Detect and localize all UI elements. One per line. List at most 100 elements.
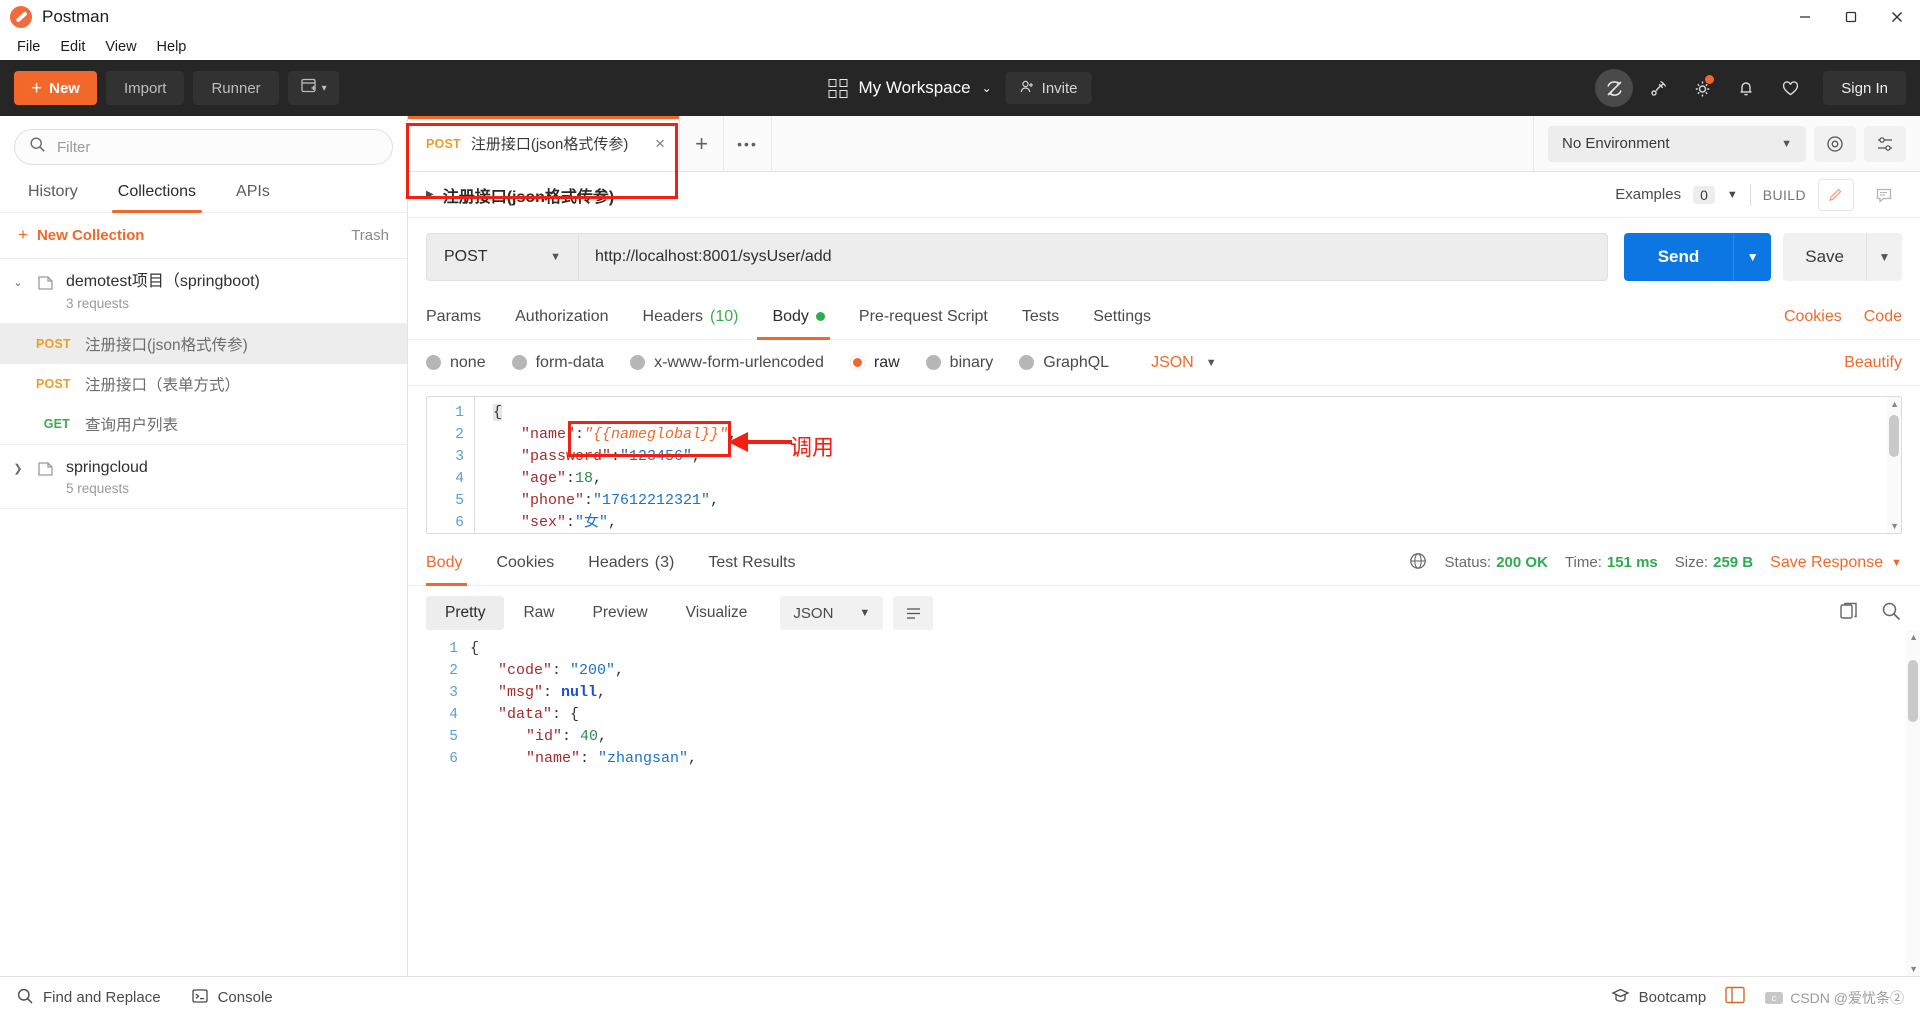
response-scrollbar[interactable]: ▲ ▼: [1906, 630, 1920, 976]
scroll-up-icon[interactable]: ▲: [1909, 632, 1918, 642]
search-icon[interactable]: [1880, 600, 1902, 627]
new-button[interactable]: + New: [14, 71, 97, 105]
body-type-none[interactable]: none: [426, 354, 486, 372]
chevron-down-icon[interactable]: ▼: [1727, 189, 1738, 201]
line-number: 6: [455, 515, 464, 531]
save-response-button[interactable]: Save Response ▼: [1770, 554, 1902, 572]
view-mode-pretty[interactable]: Pretty: [426, 596, 505, 630]
view-mode-visualize[interactable]: Visualize: [667, 596, 767, 630]
tab-collections[interactable]: Collections: [98, 175, 216, 213]
menu-file[interactable]: File: [8, 36, 49, 58]
tab-headers[interactable]: Headers (10): [626, 294, 756, 340]
maximize-icon[interactable]: [1828, 0, 1874, 34]
broadcast-icon[interactable]: [1639, 69, 1677, 107]
runner-button[interactable]: Runner: [193, 71, 279, 105]
close-icon[interactable]: ×: [641, 134, 665, 154]
editor-scroll-thumb[interactable]: [1889, 415, 1899, 457]
minimize-icon[interactable]: [1782, 0, 1828, 34]
chevron-right-icon[interactable]: ❯: [10, 457, 26, 475]
console-button[interactable]: Console: [191, 987, 273, 1009]
response-body-viewer[interactable]: 1 2 3 4 5 6 { "code": "200", "msg": null…: [408, 630, 1920, 976]
menu-view[interactable]: View: [96, 36, 145, 58]
request-item-register-json[interactable]: POST 注册接口(json格式传参): [0, 323, 407, 364]
collection-row-demotest[interactable]: ⌄ demotest项目（springboot) 3 requests: [0, 259, 407, 324]
response-tab-body[interactable]: Body: [426, 540, 479, 586]
url-input[interactable]: http://localhost:8001/sysUser/add: [578, 233, 1608, 281]
body-type-raw[interactable]: raw: [849, 354, 900, 372]
wrap-lines-icon[interactable]: [893, 596, 934, 630]
save-button[interactable]: Save: [1783, 233, 1866, 281]
environment-select[interactable]: No Environment ▼: [1548, 125, 1806, 162]
build-label[interactable]: BUILD: [1763, 187, 1806, 203]
add-tab-button[interactable]: +: [680, 116, 724, 171]
sliders-icon[interactable]: [1864, 125, 1906, 162]
copy-icon[interactable]: [1838, 600, 1860, 627]
scroll-down-icon[interactable]: ▼: [1890, 521, 1899, 531]
heart-icon[interactable]: [1771, 69, 1809, 107]
tab-apis[interactable]: APIs: [216, 175, 290, 212]
tab-pre-request-script[interactable]: Pre-request Script: [842, 294, 1005, 340]
body-type-graphql[interactable]: GraphQL: [1019, 354, 1109, 372]
body-type-binary[interactable]: binary: [925, 354, 993, 372]
tab-settings[interactable]: Settings: [1076, 294, 1168, 340]
new-collection-button[interactable]: + New Collection: [18, 225, 144, 245]
body-type-row: none form-data x-www-form-urlencoded raw…: [408, 340, 1920, 386]
sync-off-icon[interactable]: [1595, 69, 1634, 107]
collection-row-springcloud[interactable]: ❯ springcloud 5 requests: [0, 445, 407, 510]
send-button[interactable]: Send: [1623, 233, 1734, 281]
beautify-button[interactable]: Beautify: [1844, 354, 1902, 372]
request-item-register-form[interactable]: POST 注册接口（表单方式）: [0, 364, 407, 404]
comment-icon[interactable]: [1866, 179, 1902, 211]
response-scroll-thumb[interactable]: [1908, 660, 1918, 722]
open-tab-register-json[interactable]: POST 注册接口(json格式传参) ×: [408, 116, 680, 171]
view-mode-raw[interactable]: Raw: [504, 596, 573, 630]
layout-icon[interactable]: [1724, 985, 1746, 1010]
view-mode-preview[interactable]: Preview: [574, 596, 667, 630]
request-body-code[interactable]: { "name":"{{nameglobal}}", "password":"1…: [475, 397, 1901, 533]
tab-body[interactable]: Body: [755, 294, 841, 340]
tab-history[interactable]: History: [8, 175, 98, 212]
response-tab-headers[interactable]: Headers (3): [571, 540, 691, 586]
editor-scrollbar[interactable]: ▲ ▼: [1887, 397, 1901, 533]
body-type-form-data[interactable]: form-data: [511, 354, 604, 372]
menu-help[interactable]: Help: [148, 36, 196, 58]
invite-button[interactable]: Invite: [1005, 72, 1092, 104]
chevron-right-icon[interactable]: ▶: [426, 189, 434, 200]
scroll-down-icon[interactable]: ▼: [1909, 964, 1918, 974]
menu-edit[interactable]: Edit: [51, 36, 94, 58]
tab-tests[interactable]: Tests: [1005, 294, 1076, 340]
code-link[interactable]: Code: [1864, 308, 1902, 326]
search-input[interactable]: Filter: [14, 129, 393, 165]
trash-button[interactable]: Trash: [351, 227, 389, 244]
new-window-button[interactable]: ▾: [287, 71, 339, 105]
eye-icon[interactable]: [1814, 125, 1856, 162]
response-format-select[interactable]: JSON ▼: [780, 596, 884, 630]
body-type-urlencoded[interactable]: x-www-form-urlencoded: [630, 354, 824, 372]
response-tab-test-results[interactable]: Test Results: [691, 540, 812, 586]
tab-authorization[interactable]: Authorization: [498, 294, 625, 340]
code-key-phone: "phone": [521, 492, 585, 509]
cookies-link[interactable]: Cookies: [1784, 308, 1842, 326]
bell-icon[interactable]: [1727, 69, 1765, 107]
more-tabs-button[interactable]: •••: [724, 116, 772, 171]
close-icon[interactable]: [1874, 0, 1920, 34]
raw-format-select[interactable]: JSON ▼: [1151, 354, 1217, 372]
workspace-selector[interactable]: My Workspace ⌄: [828, 78, 992, 98]
bootcamp-button[interactable]: Bootcamp: [1611, 986, 1706, 1009]
method-select[interactable]: POST ▼: [426, 233, 578, 281]
request-body-editor[interactable]: 1 2 3 4 5 6 { "name":"{{nameglobal}}", "…: [426, 396, 1902, 534]
request-item-query-users[interactable]: GET 查询用户列表: [0, 404, 407, 445]
send-options-button[interactable]: ▼: [1733, 233, 1772, 281]
chevron-down-icon[interactable]: ⌄: [10, 271, 26, 289]
scroll-up-icon[interactable]: ▲: [1890, 399, 1899, 409]
find-and-replace-button[interactable]: Find and Replace: [16, 987, 161, 1009]
pencil-icon[interactable]: [1818, 178, 1854, 211]
resp-key-name: "name": [526, 750, 581, 767]
sign-in-button[interactable]: Sign In: [1823, 71, 1906, 105]
import-button[interactable]: Import: [105, 71, 185, 105]
gear-icon[interactable]: [1683, 69, 1721, 107]
response-body-code: { "code": "200", "msg": null, "data": { …: [470, 640, 698, 767]
save-options-button[interactable]: ▼: [1866, 233, 1902, 281]
response-tab-cookies[interactable]: Cookies: [479, 540, 571, 586]
tab-params[interactable]: Params: [426, 294, 498, 340]
